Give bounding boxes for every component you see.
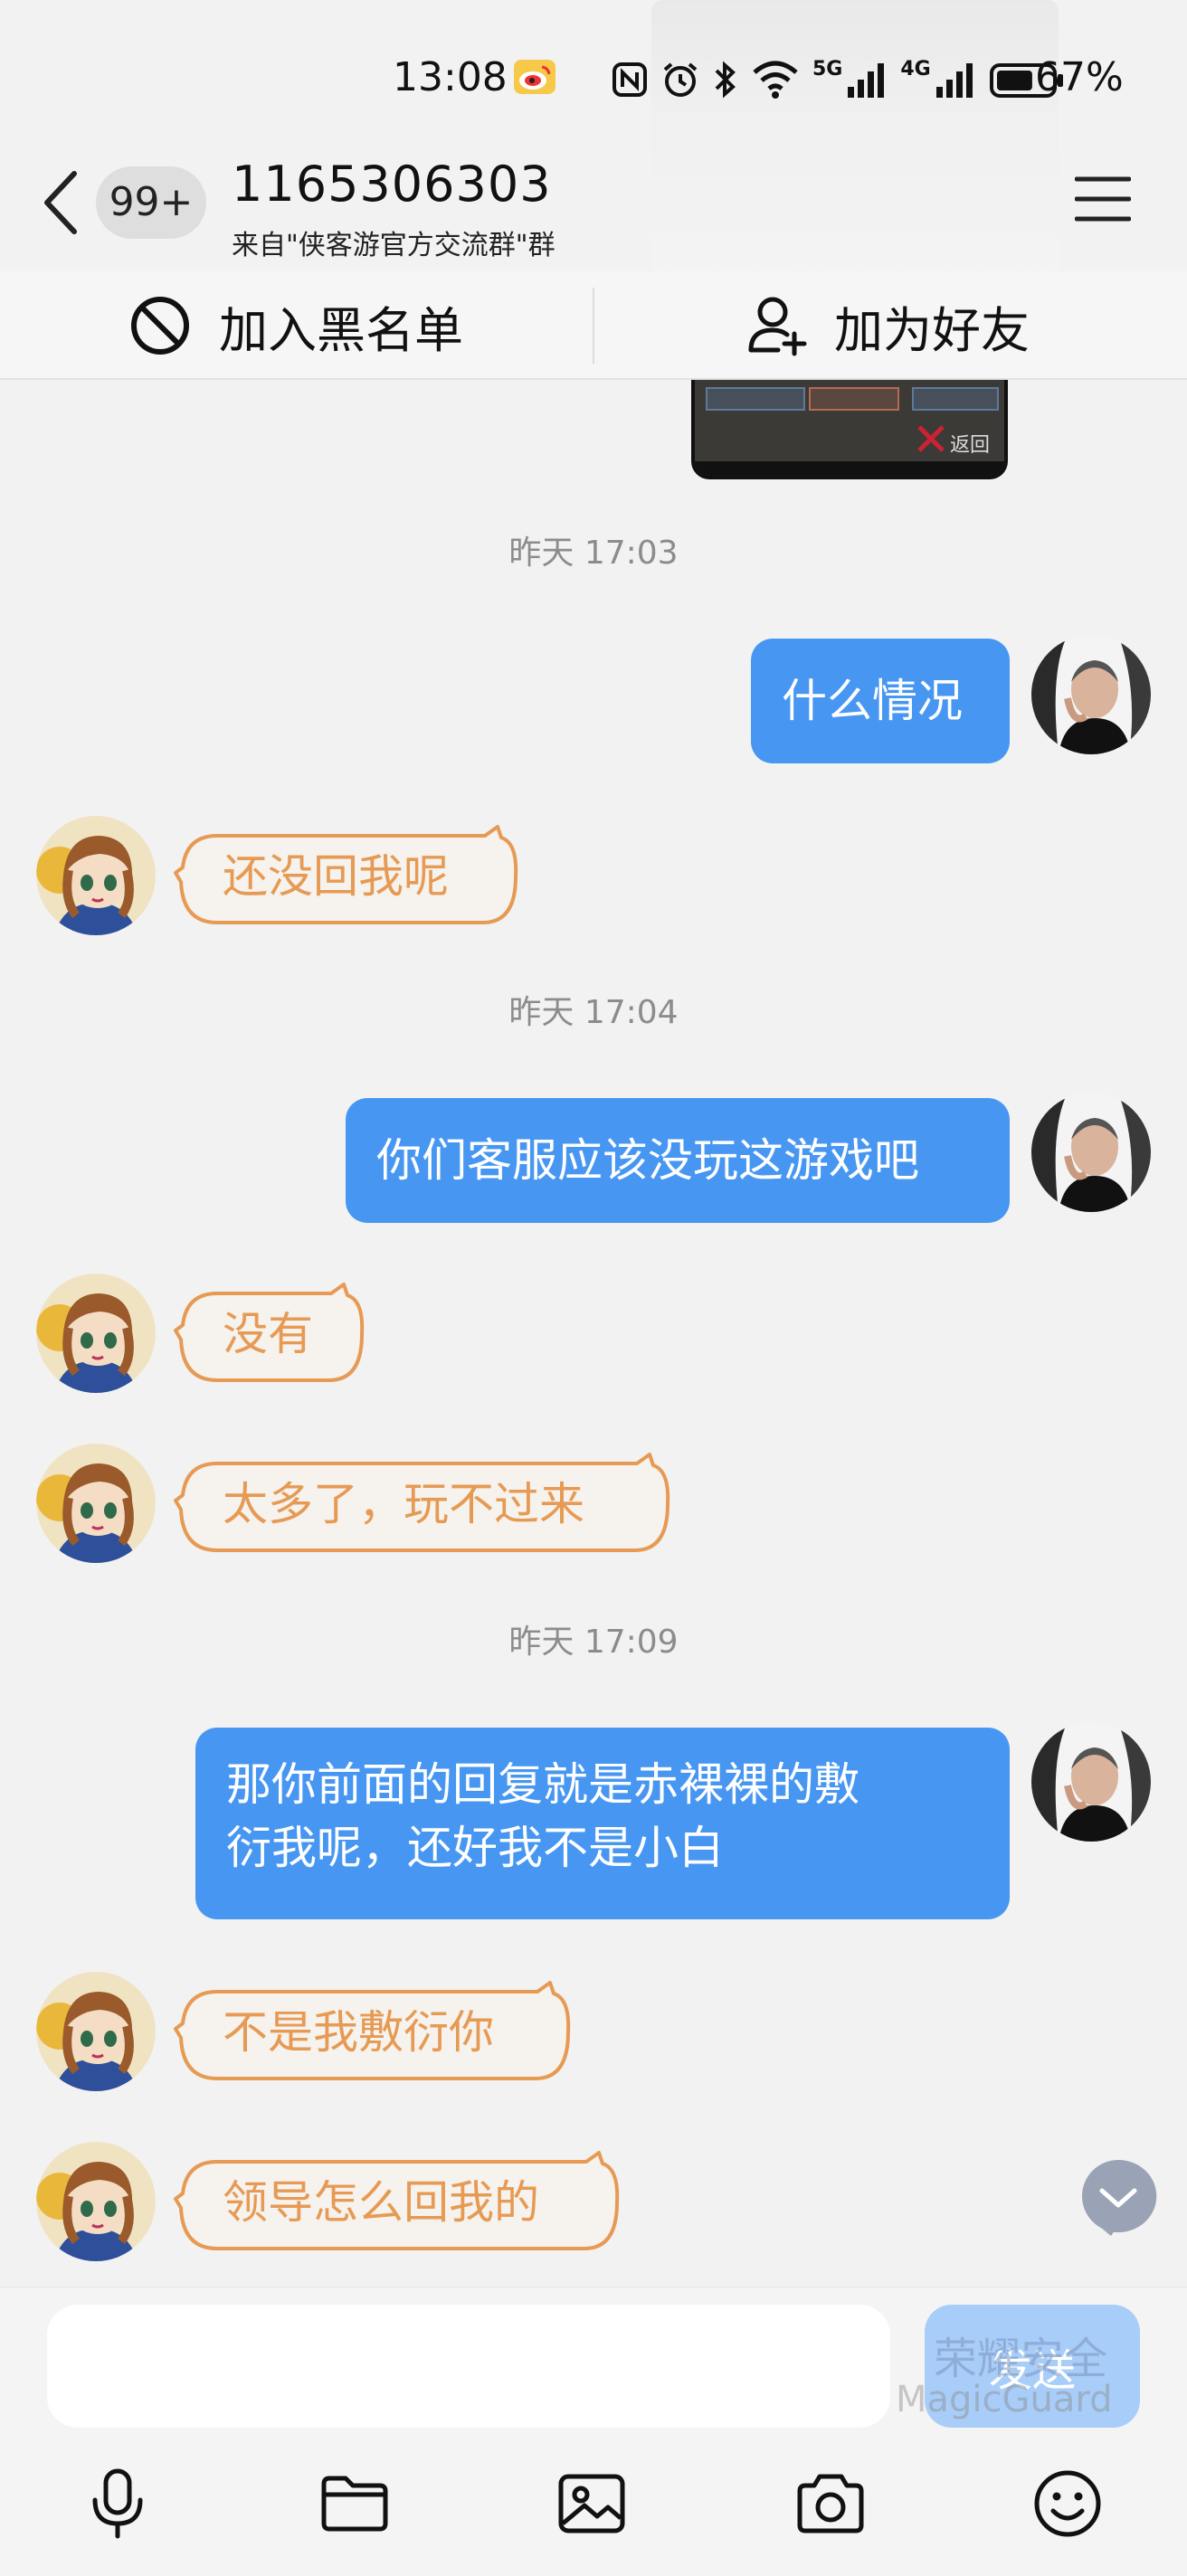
my-avatar[interactable]: [1031, 1722, 1151, 1842]
thumbnail-detail: [706, 387, 805, 411]
outgoing-message[interactable]: 那你前面的回复就是赤裸裸的敷 衍我呢，还好我不是小白: [195, 1728, 1010, 1919]
message-input[interactable]: [47, 2305, 890, 2428]
image-message-thumbnail[interactable]: 返回: [691, 380, 1008, 479]
thumbnail-detail: [912, 387, 999, 411]
avatar-image: [36, 2142, 156, 2261]
back-icon[interactable]: [40, 168, 80, 237]
status-icons: 5G 4G: [612, 54, 1065, 105]
incoming-message-text: 领导怎么回我的: [223, 2176, 539, 2229]
avatar-image: [36, 816, 156, 935]
incoming-message-text: 没有: [223, 1308, 313, 1360]
message-list[interactable]: 返回 昨天 17:03 什么情况 还没回我呢 昨天 17:04 你们客服应该没玩…: [0, 380, 1187, 2287]
wifi-icon: [753, 61, 798, 99]
incoming-message[interactable]: 不是我敷衍你: [174, 1979, 574, 2086]
status-time: 13:08: [393, 54, 508, 100]
emoji-icon[interactable]: [1030, 2466, 1106, 2542]
contact-avatar[interactable]: [36, 1972, 156, 2091]
nfc-icon: [612, 62, 647, 97]
close-icon: [917, 425, 945, 452]
block-label: 加入黑名单: [219, 301, 463, 359]
avatar-image: [1031, 635, 1151, 754]
my-avatar[interactable]: [1031, 1093, 1151, 1212]
image-icon[interactable]: [554, 2466, 630, 2542]
watermark-text: MagicGuard: [896, 2379, 1113, 2420]
add-friend-label: 加为好友: [834, 301, 1030, 359]
camera-icon[interactable]: [793, 2466, 869, 2542]
add-user-icon: [748, 297, 807, 356]
avatar-image: [36, 1444, 156, 1563]
signal-icon: [935, 63, 973, 98]
avatar-image: [1031, 1093, 1151, 1212]
incoming-message[interactable]: 还没回我呢: [174, 823, 521, 930]
contact-source: 来自"侠客游官方交流群"群: [232, 230, 556, 261]
incoming-message-text: 还没回我呢: [223, 850, 449, 903]
incoming-message[interactable]: 太多了，玩不过来: [174, 1451, 673, 1558]
contact-avatar[interactable]: [36, 2142, 156, 2261]
bluetooth-icon: [715, 61, 736, 99]
outgoing-message[interactable]: 你们客服应该没玩这游戏吧: [346, 1098, 1010, 1223]
network-5g-label: 5G: [812, 58, 843, 80]
outgoing-message[interactable]: 什么情况: [751, 639, 1010, 763]
unread-badge[interactable]: 99+: [96, 166, 206, 239]
outgoing-message-line: 衍我呢，还好我不是小白: [226, 1822, 724, 1874]
scroll-to-bottom-icon[interactable]: [1078, 2158, 1158, 2238]
network-4g-label: 4G: [900, 58, 931, 80]
action-bar: 加入黑名单 加为好友: [0, 271, 1187, 380]
alarm-icon: [663, 62, 698, 97]
avatar-image: [36, 1972, 156, 2091]
block-icon: [131, 297, 189, 355]
contact-avatar[interactable]: [36, 1274, 156, 1393]
avatar-image: [1031, 1722, 1151, 1842]
contact-avatar[interactable]: [36, 816, 156, 935]
watermark-text: 荣耀安全: [934, 2334, 1108, 2384]
incoming-message-text: 太多了，玩不过来: [223, 1478, 584, 1530]
add-friend-button[interactable]: 加为好友: [747, 271, 1030, 380]
avatar-image: [36, 1274, 156, 1393]
menu-icon[interactable]: [1075, 175, 1131, 223]
battery-percent: 67%: [1035, 54, 1124, 100]
incoming-message[interactable]: 没有: [174, 1281, 367, 1387]
microphone-icon[interactable]: [80, 2466, 156, 2542]
contact-name: 1165306303: [232, 156, 552, 213]
action-divider: [593, 288, 594, 364]
incoming-message[interactable]: 领导怎么回我的: [174, 2149, 622, 2256]
thumbnail-caption: 返回: [950, 434, 991, 457]
message-timestamp: 昨天 17:04: [508, 994, 679, 1031]
my-avatar[interactable]: [1031, 635, 1151, 754]
message-timestamp: 昨天 17:09: [508, 1624, 679, 1661]
folder-icon[interactable]: [317, 2466, 393, 2542]
message-timestamp: 昨天 17:03: [508, 535, 679, 572]
weibo-icon: [514, 60, 556, 94]
signal-icon: [848, 63, 885, 98]
thumbnail-border: [695, 461, 1004, 476]
thumbnail-detail: [809, 387, 899, 411]
contact-avatar[interactable]: [36, 1444, 156, 1563]
status-bar: 13:08 5G 4G 67%: [0, 0, 1187, 276]
block-button[interactable]: 加入黑名单: [128, 271, 463, 380]
outgoing-message-line: 那你前面的回复就是赤裸裸的敷: [226, 1758, 859, 1811]
incoming-message-text: 不是我敷衍你: [223, 2006, 494, 2059]
